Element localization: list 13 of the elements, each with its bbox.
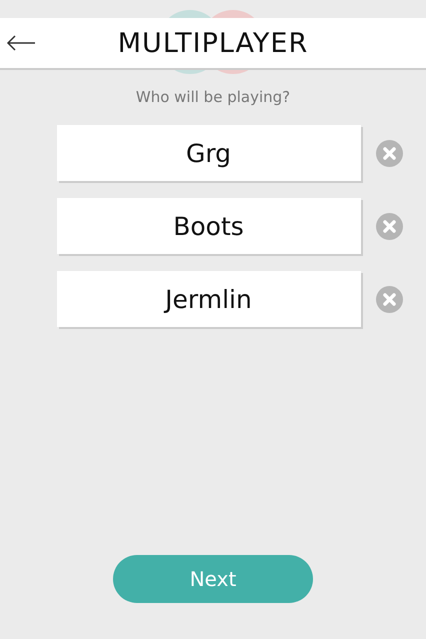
close-icon xyxy=(376,286,402,312)
prompt-text: Who will be playing? xyxy=(136,88,290,106)
close-icon xyxy=(376,140,402,166)
remove-button[interactable] xyxy=(376,286,402,312)
player-name-field[interactable]: Jermlin xyxy=(56,271,360,327)
player-name-field[interactable]: Grg xyxy=(56,125,360,181)
remove-button[interactable] xyxy=(376,140,402,166)
screen-title: MULTIPLAYER xyxy=(118,28,308,58)
remove-button[interactable] xyxy=(376,212,402,240)
back-button[interactable] xyxy=(6,35,36,51)
player-name-field[interactable]: Boots xyxy=(56,198,360,254)
back-arrow-icon xyxy=(6,35,36,51)
close-icon xyxy=(376,212,402,240)
